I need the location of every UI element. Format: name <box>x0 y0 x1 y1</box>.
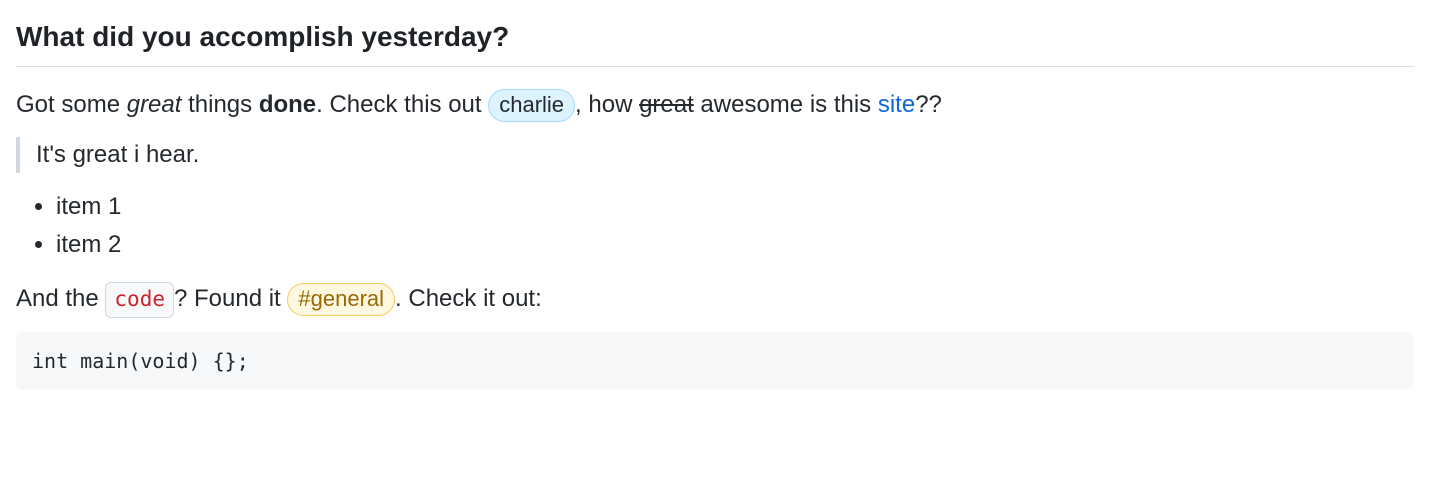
text-segment: Got some <box>16 91 127 118</box>
text-segment: And the <box>16 285 105 312</box>
blockquote-text: It's great i hear. <box>36 141 199 168</box>
list-item: item 1 <box>56 189 1414 225</box>
text-segment: things <box>181 91 258 118</box>
site-link[interactable]: site <box>878 91 915 118</box>
text-segment: awesome is this <box>694 91 878 118</box>
text-segment: . Check it out: <box>395 285 542 312</box>
text-segment: . Check this out <box>316 91 488 118</box>
text-segment: ? Found it <box>174 285 287 312</box>
paragraph-1: Got some great things done. Check this o… <box>16 87 1414 123</box>
user-mention[interactable]: charlie <box>488 89 575 122</box>
inline-code: code <box>105 282 174 318</box>
text-segment: ?? <box>915 91 942 118</box>
list-item: item 2 <box>56 227 1414 263</box>
paragraph-2: And the code? Found it #general. Check i… <box>16 281 1414 318</box>
italic-text: great <box>127 91 182 118</box>
bullet-list: item 1 item 2 <box>16 189 1414 263</box>
channel-mention[interactable]: #general <box>287 283 395 316</box>
code-block: int main(void) {}; <box>16 332 1414 390</box>
blockquote: It's great i hear. <box>16 137 1414 173</box>
bold-text: done <box>259 91 316 118</box>
strikethrough-text: great <box>639 91 694 118</box>
question-heading: What did you accomplish yesterday? <box>16 16 1414 67</box>
text-segment: , how <box>575 91 639 118</box>
